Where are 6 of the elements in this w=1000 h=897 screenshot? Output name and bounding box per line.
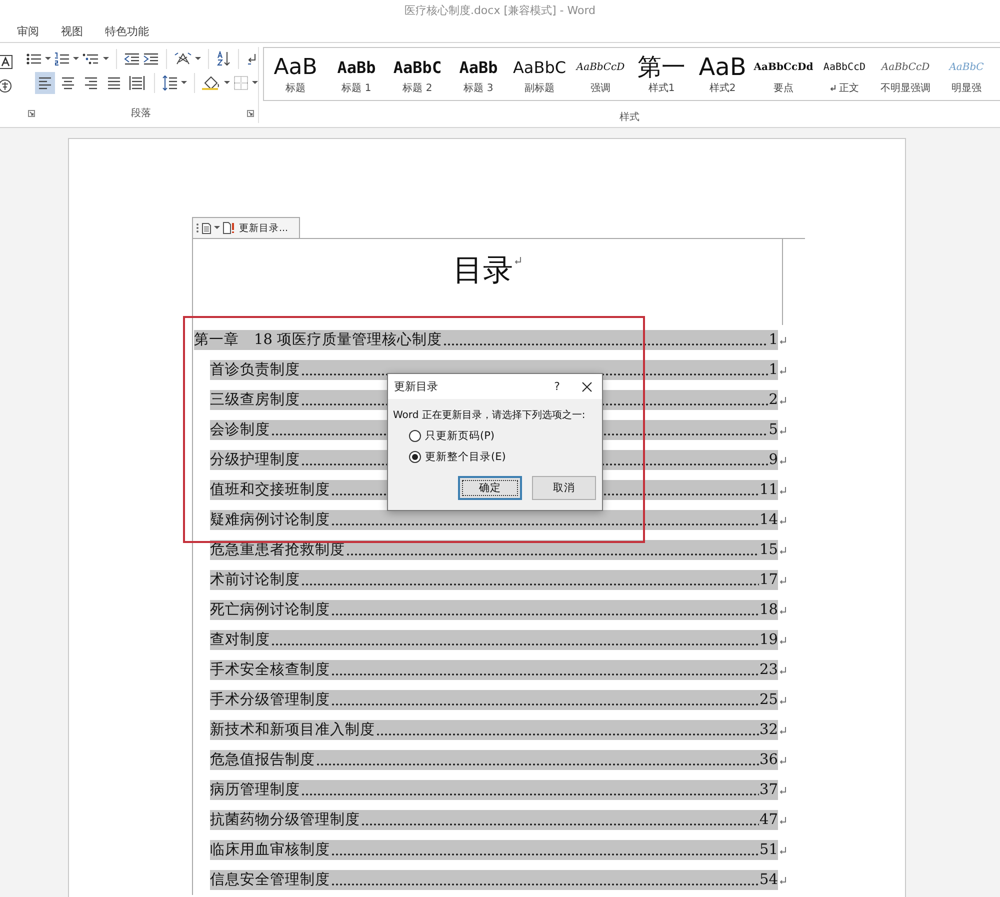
group-label: 段落	[131, 106, 151, 120]
document-heading: 目录	[453, 256, 513, 286]
dialog-message: Word 正在更新目录，请选择下列选项之一:	[393, 408, 586, 422]
dialog-title: 更新目录	[394, 379, 439, 394]
group-label: 样式	[620, 112, 640, 123]
window-title: 医疗核心制度.docx [兼容模式] - Word	[404, 2, 596, 18]
